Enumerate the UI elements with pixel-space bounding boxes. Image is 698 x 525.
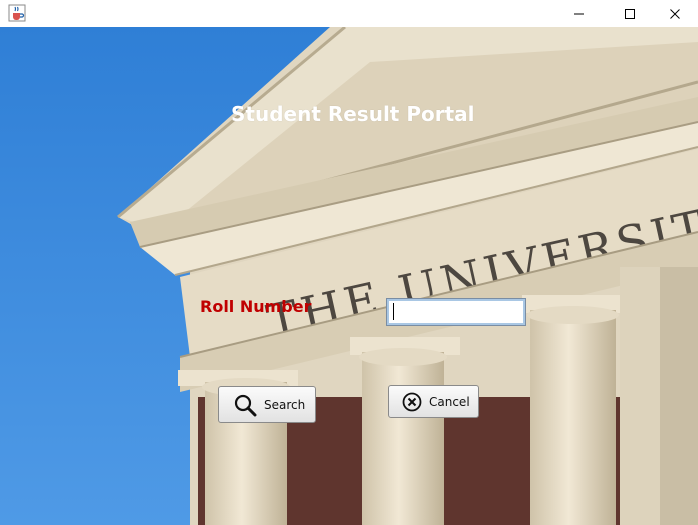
- cancel-button[interactable]: Cancel: [388, 385, 479, 418]
- window-title-bar: [0, 0, 698, 27]
- minimize-icon: [574, 13, 584, 14]
- close-icon: [670, 8, 680, 19]
- roll-number-input[interactable]: [386, 298, 526, 326]
- cancel-circle-x-icon: [402, 392, 422, 411]
- close-button[interactable]: [652, 0, 698, 27]
- maximize-button[interactable]: [607, 0, 653, 27]
- search-button[interactable]: Search: [218, 386, 316, 423]
- page-title: Student Result Portal: [231, 102, 475, 126]
- cancel-button-label: Cancel: [429, 394, 470, 409]
- text-caret: [393, 303, 394, 320]
- portal-panel: THE UNIVERSITY Student Result Portal Rol…: [0, 27, 698, 525]
- search-button-label: Search: [264, 397, 306, 412]
- roll-number-label: Roll Number: [200, 297, 312, 316]
- maximize-icon: [625, 8, 635, 19]
- search-icon: [234, 394, 257, 416]
- minimize-button[interactable]: [556, 0, 602, 27]
- java-coffee-cup-icon: [8, 4, 26, 22]
